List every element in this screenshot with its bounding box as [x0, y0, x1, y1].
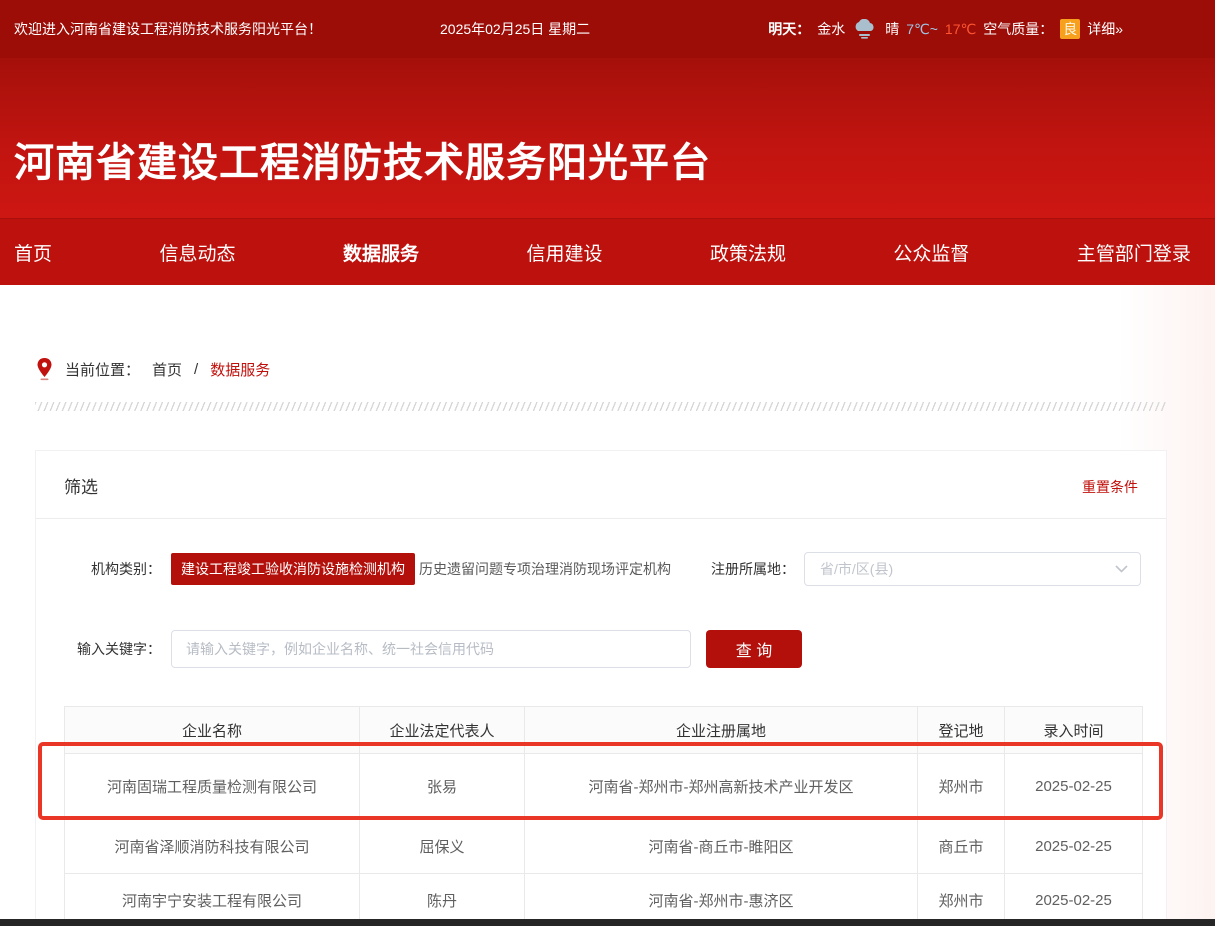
col-header-registered-region: 企业注册属地 — [525, 707, 918, 754]
table-row: 河南省泽顺消防科技有限公司 屈保义 河南省-商丘市-睢阳区 商丘市 2025-0… — [65, 820, 1143, 874]
keyword-label: 输入关键字： — [36, 629, 161, 669]
chevron-down-icon — [1115, 565, 1128, 573]
location-pin-icon — [36, 357, 53, 381]
weather-widget: 明天： 金水 晴 7℃~ 17℃ 空气质量： 良 详细» — [768, 19, 1123, 39]
nav-item-supervision[interactable]: 公众监督 — [893, 239, 969, 266]
category-option-inactive[interactable]: 历史遗留问题专项治理消防现场评定机构 — [419, 551, 671, 587]
keyword-input[interactable] — [171, 630, 691, 668]
cell-entry-date: 2025-02-25 — [1005, 754, 1143, 820]
region-select-placeholder: 省/市/区(县) — [820, 559, 1115, 579]
temp-high: 17℃ — [945, 21, 976, 38]
cell-legal-rep: 屈保义 — [360, 820, 525, 874]
weather-location: 金水 — [817, 19, 845, 39]
col-header-entry-date: 录入时间 — [1005, 707, 1143, 754]
region-label: 注册所属地： — [711, 551, 795, 587]
col-header-company: 企业名称 — [65, 707, 360, 754]
nav-item-credit[interactable]: 信用建设 — [526, 239, 602, 266]
breadcrumb-prefix: 当前位置： — [65, 359, 140, 380]
date-text: 2025年02月25日 星期二 — [440, 19, 590, 39]
content-area: 当前位置： 首页 / 数据服务 筛选 重置条件 机构类别： 建设工程竣工验收消防… — [0, 285, 1215, 926]
nav-item-home[interactable]: 首页 — [14, 239, 52, 266]
cell-registered-region: 河南省-商丘市-睢阳区 — [525, 820, 918, 874]
category-row: 机构类别： 建设工程竣工验收消防设施检测机构 历史遗留问题专项治理消防现场评定机… — [36, 551, 1166, 587]
nav-item-admin-login[interactable]: 主管部门登录 — [1077, 239, 1191, 266]
cell-registered-region: 河南省-郑州市-郑州高新技术产业开发区 — [525, 754, 918, 820]
temp-low: 7℃~ — [906, 21, 938, 38]
col-header-record-city: 登记地 — [918, 707, 1005, 754]
breadcrumb-home[interactable]: 首页 — [152, 359, 182, 380]
banner: 河南省建设工程消防技术服务阳光平台 — [0, 58, 1215, 218]
category-option-active-button[interactable]: 建设工程竣工验收消防设施检测机构 — [171, 553, 415, 585]
table-row: 河南固瑞工程质量检测有限公司 张易 河南省-郑州市-郑州高新技术产业开发区 郑州… — [65, 754, 1143, 820]
welcome-text: 欢迎进入河南省建设工程消防技术服务阳光平台！ — [14, 19, 322, 39]
breadcrumb: 当前位置： 首页 / 数据服务 — [36, 357, 270, 381]
cell-record-city: 商丘市 — [918, 820, 1005, 874]
filter-divider — [36, 518, 1166, 519]
keyword-row: 输入关键字： 查 询 — [36, 629, 1166, 669]
col-header-legal-rep: 企业法定代表人 — [360, 707, 525, 754]
main-nav: 首页 信息动态 数据服务 信用建设 政策法规 公众监督 主管部门登录 — [0, 218, 1215, 285]
weather-detail-link[interactable]: 详细» — [1087, 19, 1123, 39]
cell-legal-rep: 张易 — [360, 754, 525, 820]
weather-condition: 晴 — [885, 19, 899, 39]
cell-company: 河南省泽顺消防科技有限公司 — [65, 820, 360, 874]
page: 欢迎进入河南省建设工程消防技术服务阳光平台！ 2025年02月25日 星期二 明… — [0, 0, 1215, 926]
cell-entry-date: 2025-02-25 — [1005, 820, 1143, 874]
cell-company: 河南固瑞工程质量检测有限公司 — [65, 754, 360, 820]
reset-filter-link[interactable]: 重置条件 — [1082, 477, 1138, 497]
search-button[interactable]: 查 询 — [706, 630, 802, 668]
category-label: 机构类别： — [36, 551, 161, 587]
slash-divider — [35, 402, 1167, 411]
bottom-strip — [0, 919, 1215, 926]
result-table: 企业名称 企业法定代表人 企业注册属地 登记地 录入时间 河南固瑞工程质量检测有… — [64, 706, 1143, 926]
nav-item-data-service[interactable]: 数据服务 — [343, 239, 419, 266]
breadcrumb-current[interactable]: 数据服务 — [210, 359, 270, 380]
nav-item-news[interactable]: 信息动态 — [159, 239, 235, 266]
air-quality-badge: 良 — [1060, 19, 1080, 39]
breadcrumb-separator: / — [194, 361, 198, 378]
region-select[interactable]: 省/市/区(县) — [804, 552, 1141, 586]
filter-card: 筛选 重置条件 机构类别： 建设工程竣工验收消防设施检测机构 历史遗留问题专项治… — [35, 450, 1167, 926]
nav-item-policy[interactable]: 政策法规 — [710, 239, 786, 266]
cell-record-city: 郑州市 — [918, 754, 1005, 820]
air-quality-label: 空气质量： — [983, 19, 1053, 39]
cloud-icon — [852, 19, 878, 39]
tomorrow-label: 明天： — [768, 19, 810, 39]
filter-title: 筛选 — [64, 473, 98, 498]
table-header-row: 企业名称 企业法定代表人 企业注册属地 登记地 录入时间 — [65, 707, 1143, 754]
site-title: 河南省建设工程消防技术服务阳光平台 — [14, 130, 711, 188]
topbar: 欢迎进入河南省建设工程消防技术服务阳光平台！ 2025年02月25日 星期二 明… — [0, 0, 1215, 58]
